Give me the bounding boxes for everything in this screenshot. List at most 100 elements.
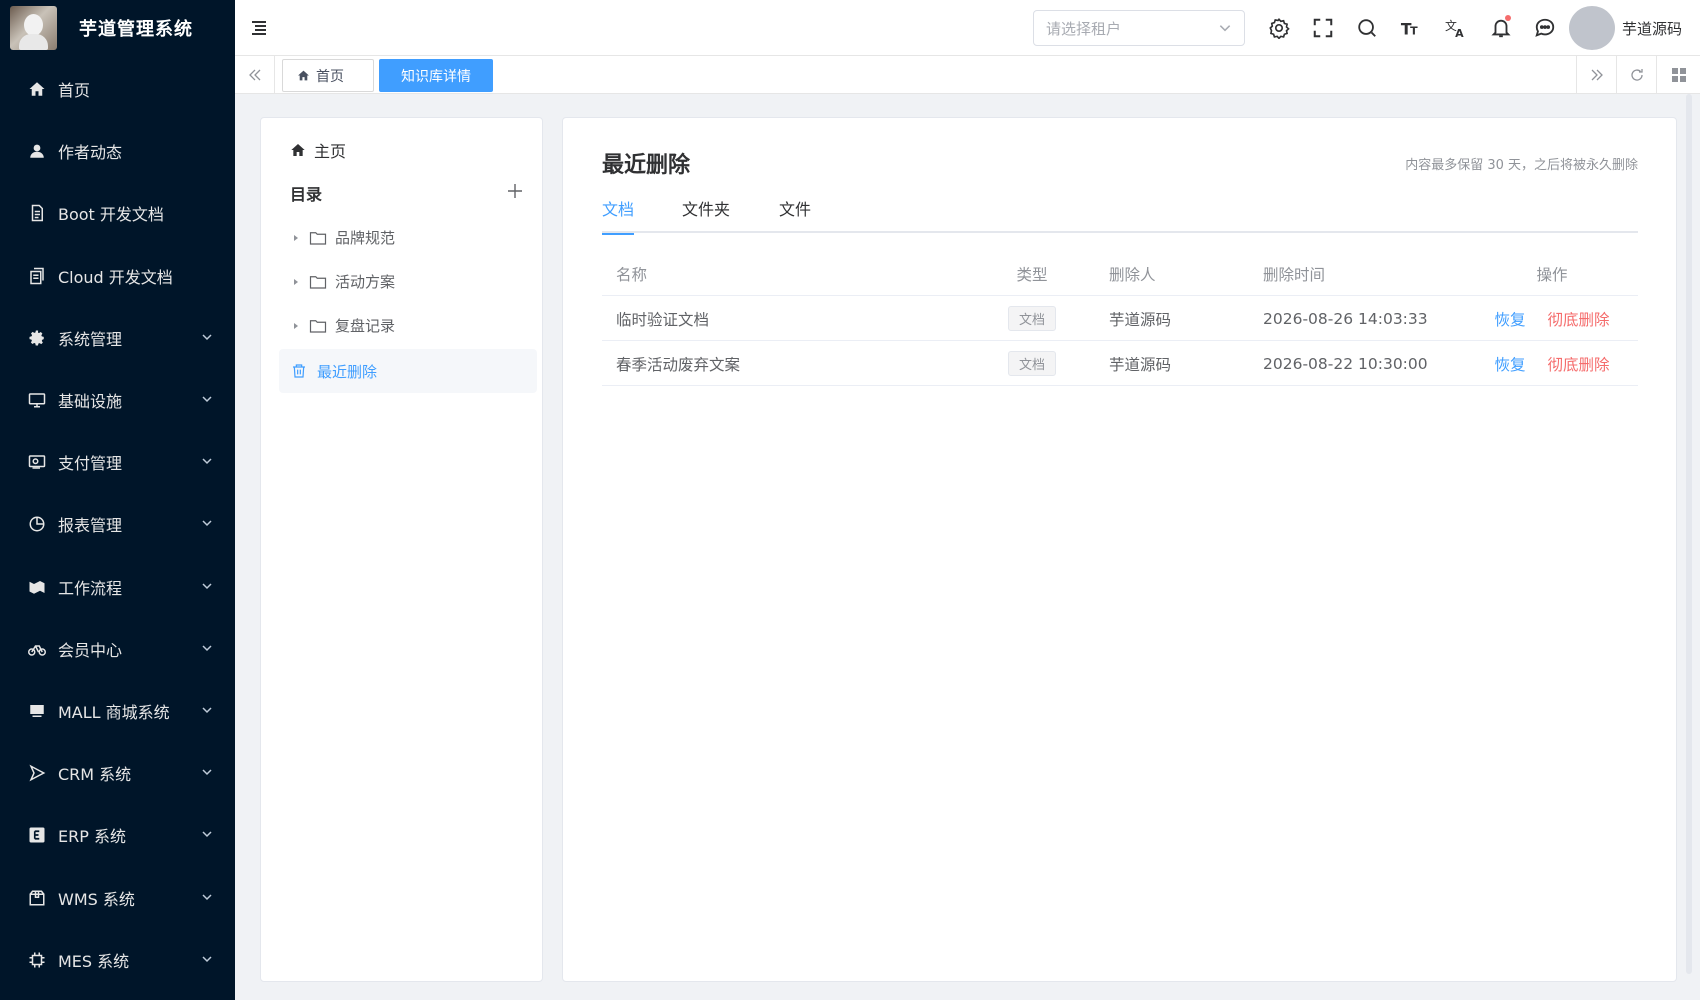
logo-row[interactable]: 芋道管理系统 <box>0 0 235 56</box>
chevron-down-icon <box>201 889 213 907</box>
sidebar-item-member[interactable]: 会员中心 <box>0 618 235 680</box>
erp-icon <box>28 826 46 844</box>
table-header-row: 名称 类型 删除人 删除时间 操作 <box>602 251 1638 296</box>
chevron-down-icon <box>201 391 213 409</box>
document-icon <box>28 204 46 222</box>
tag-label: 知识库详情 <box>401 68 471 85</box>
knowledge-tree-panel: 主页 目录 品牌规范 活动方案 复盘记录 最近删除 <box>260 117 543 982</box>
sidebar-item-cloud-docs[interactable]: Cloud 开发文档 <box>0 245 235 307</box>
sidebar-item-mall[interactable]: MALL 商城系统 <box>0 680 235 742</box>
column-header-name: 名称 <box>616 265 648 284</box>
avatar[interactable] <box>1569 6 1615 50</box>
sidebar-item-label: 基础设施 <box>58 392 123 412</box>
sidebar-item-boot-docs[interactable]: Boot 开发文档 <box>0 182 235 244</box>
chevron-down-icon <box>201 702 213 720</box>
tags-menu-button[interactable] <box>1656 56 1700 94</box>
sidebar-item-label: Cloud 开发文档 <box>58 267 173 287</box>
add-icon[interactable] <box>506 182 524 200</box>
box-icon <box>28 889 46 907</box>
tab-files[interactable]: 文件 <box>779 198 811 233</box>
crm-icon <box>28 764 46 782</box>
row-type-cell: 文档 <box>992 296 1072 341</box>
home-icon <box>291 144 305 156</box>
tree-node[interactable]: 活动方案 <box>291 271 395 292</box>
fullscreen-icon[interactable] <box>1312 17 1334 39</box>
column-header-ops: 操作 <box>1536 265 1568 284</box>
logo-image <box>10 6 57 50</box>
deleted-table: 名称 类型 删除人 删除时间 操作 临时验证文档 文档 芋道源码 2026-08… <box>602 251 1638 386</box>
home-icon <box>298 70 309 81</box>
sidebar-item-crm[interactable]: CRM 系统 <box>0 742 235 804</box>
notification-dot <box>1505 15 1511 21</box>
page-scrollbar[interactable] <box>1686 94 1692 974</box>
chevron-down-icon <box>201 453 213 471</box>
sidebar-item-author-news[interactable]: 作者动态 <box>0 120 235 182</box>
chevron-down-icon <box>201 640 213 658</box>
chevron-down-icon <box>1219 25 1231 32</box>
translate-icon[interactable]: 文A <box>1445 17 1467 40</box>
caret-right-icon[interactable] <box>291 277 301 287</box>
sidebar-item-home[interactable]: 首页 <box>0 58 235 120</box>
column-header-type: 类型 <box>1016 265 1048 284</box>
sidebar-item-system[interactable]: 系统管理 <box>0 307 235 369</box>
chevron-down-icon <box>201 764 213 782</box>
tree-node[interactable]: 品牌规范 <box>291 227 395 248</box>
row-time: 2026-08-22 10:30:00 <box>1263 354 1428 373</box>
tags-scroll-right-button[interactable] <box>1576 56 1616 94</box>
caret-right-icon[interactable] <box>291 233 301 243</box>
tree-node[interactable]: 复盘记录 <box>291 315 395 336</box>
column-header-time: 删除时间 <box>1263 265 1326 284</box>
row-ops: 恢复 彻底删除 <box>1482 296 1622 341</box>
tenant-select[interactable]: 请选择租户 <box>1033 10 1245 46</box>
tree-recently-deleted-label: 最近删除 <box>317 362 378 381</box>
purge-button[interactable]: 彻底删除 <box>1548 353 1610 375</box>
tab-folders[interactable]: 文件夹 <box>682 198 730 233</box>
table-row: 临时验证文档 文档 芋道源码 2026-08-26 14:03:33 恢复 彻底… <box>602 296 1638 341</box>
column-header-deleter: 删除人 <box>1109 265 1156 284</box>
chevron-down-icon <box>201 578 213 596</box>
bell-icon[interactable] <box>1490 15 1512 39</box>
workflow-icon <box>28 578 46 596</box>
tag-home[interactable]: 首页 <box>282 59 374 92</box>
hamburger-icon[interactable] <box>249 18 269 38</box>
chevron-down-icon <box>201 826 213 844</box>
tag-knowledge-detail[interactable]: 知识库详情 <box>379 59 493 92</box>
row-name: 临时验证文档 <box>616 310 710 329</box>
settings-icon[interactable] <box>1268 17 1290 40</box>
refresh-button[interactable] <box>1616 56 1656 94</box>
payment-icon <box>28 453 46 471</box>
sidebar-item-infra[interactable]: 基础设施 <box>0 369 235 431</box>
search-icon[interactable] <box>1356 17 1378 39</box>
purge-button[interactable]: 彻底删除 <box>1548 308 1610 330</box>
row-name: 春季活动废弃文案 <box>616 355 741 374</box>
tree-recently-deleted[interactable]: 最近删除 <box>279 349 537 393</box>
sidebar-item-payment[interactable]: 支付管理 <box>0 431 235 493</box>
message-icon[interactable] <box>1534 17 1556 39</box>
bicycle-icon <box>28 640 46 658</box>
username[interactable]: 芋道源码 <box>1622 18 1682 39</box>
font-size-icon[interactable]: TT <box>1400 17 1422 39</box>
recently-deleted-panel: 最近删除 内容最多保留 30 天，之后将被永久删除 文档 文件夹 文件 名称 类… <box>562 117 1677 982</box>
tree-node-label: 复盘记录 <box>335 317 396 335</box>
sidebar-item-mes[interactable]: MES 系统 <box>0 929 235 991</box>
tags-scroll-left-button[interactable] <box>235 56 275 94</box>
caret-right-icon[interactable] <box>291 321 301 331</box>
shop-icon <box>28 702 46 720</box>
type-tag: 文档 <box>1007 351 1056 376</box>
sidebar-item-report[interactable]: 报表管理 <box>0 493 235 555</box>
svg-text:T: T <box>1410 24 1418 37</box>
sidebar-item-label: 作者动态 <box>58 143 123 163</box>
sidebar-item-erp[interactable]: ERP 系统 <box>0 804 235 866</box>
row-deleter: 芋道源码 <box>1109 355 1172 374</box>
tab-documents[interactable]: 文档 <box>602 198 635 235</box>
sidebar-item-workflow[interactable]: 工作流程 <box>0 556 235 618</box>
restore-button[interactable]: 恢复 <box>1494 353 1525 375</box>
tree-home-link[interactable]: 主页 <box>290 138 346 162</box>
sidebar-item-label: 首页 <box>58 81 91 101</box>
sidebar-item-wms[interactable]: WMS 系统 <box>0 866 235 928</box>
retention-hint: 内容最多保留 30 天，之后将被永久删除 <box>1405 158 1638 173</box>
row-time: 2026-08-26 14:03:33 <box>1263 309 1428 328</box>
page-title: 最近删除 <box>602 153 691 178</box>
restore-button[interactable]: 恢复 <box>1494 308 1525 330</box>
row-ops: 恢复 彻底删除 <box>1482 341 1622 386</box>
